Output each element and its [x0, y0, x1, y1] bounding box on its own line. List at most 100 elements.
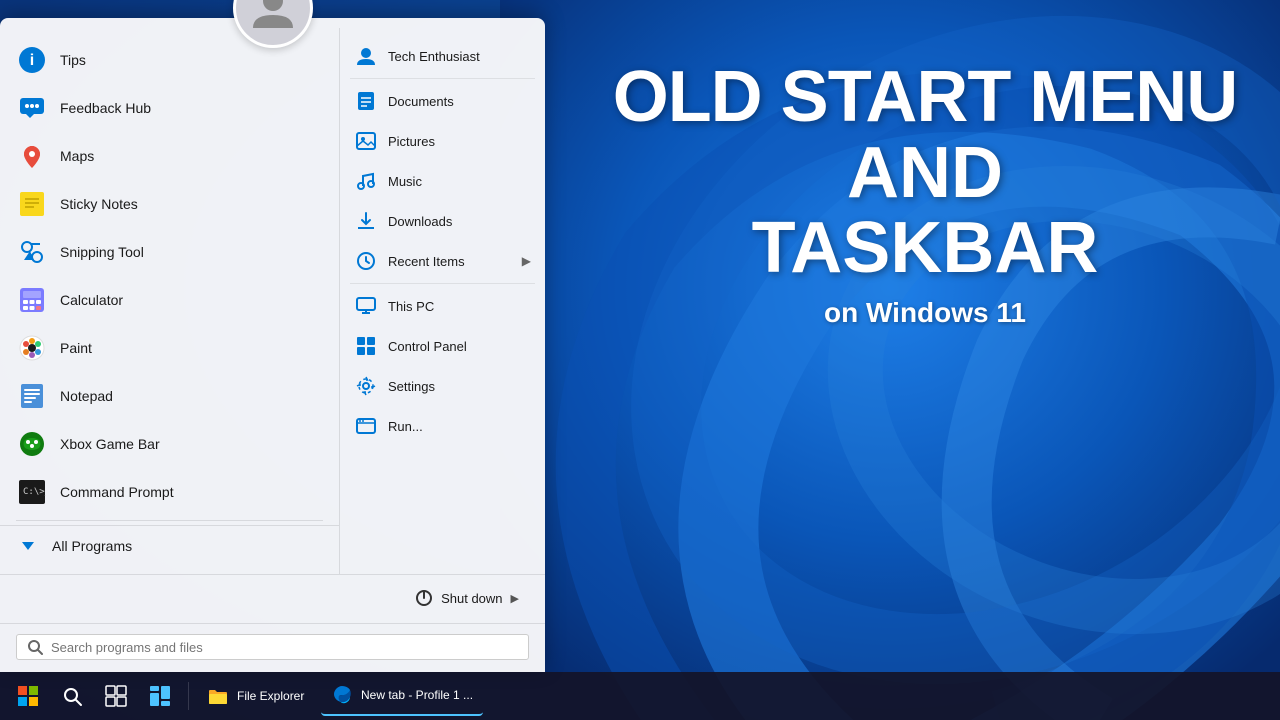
place-item-music[interactable]: Music: [340, 161, 545, 201]
app-item-snipping-tool[interactable]: Snipping Tool: [0, 228, 339, 276]
taskbar-separator: [188, 682, 189, 710]
shutdown-area: Shut down ▶: [0, 574, 545, 623]
search-input[interactable]: [51, 640, 518, 655]
search-input-wrap: [16, 634, 529, 660]
windows-logo-icon: [17, 685, 39, 707]
browser-label: New tab - Profile 1 ...: [361, 688, 473, 702]
places-divider-1: [350, 283, 535, 284]
start-menu-content: i Tips Feedback Hub: [0, 18, 545, 574]
app-item-xbox-game-bar[interactable]: Xbox Game Bar: [0, 420, 339, 468]
shutdown-button[interactable]: Shut down ▶: [403, 583, 531, 613]
shutdown-icon: [415, 589, 433, 607]
place-name-downloads: Downloads: [388, 214, 531, 229]
search-button[interactable]: [52, 676, 92, 716]
tips-icon: i: [16, 44, 48, 76]
shutdown-arrow: ▶: [511, 592, 519, 605]
taskbar-file-explorer[interactable]: File Explorer: [197, 676, 317, 716]
widgets-icon: [149, 685, 171, 707]
downloads-icon: [354, 209, 378, 233]
xbox-game-bar-icon: [16, 428, 48, 460]
widgets-button[interactable]: [140, 676, 180, 716]
app-name-snipping-tool: Snipping Tool: [60, 244, 144, 260]
title-line3: TASKBAR: [580, 211, 1270, 287]
app-item-notepad[interactable]: Notepad: [0, 372, 339, 420]
recent-items-icon: [354, 249, 378, 273]
settings-icon: [354, 374, 378, 398]
maps-icon: [16, 140, 48, 172]
run-icon: [354, 414, 378, 438]
place-name-music: Music: [388, 174, 531, 189]
start-button[interactable]: [8, 676, 48, 716]
place-item-run[interactable]: Run...: [340, 406, 545, 446]
app-item-maps[interactable]: Maps: [0, 132, 339, 180]
edge-icon: [331, 684, 353, 706]
place-item-settings[interactable]: Settings: [340, 366, 545, 406]
place-name-settings: Settings: [388, 379, 531, 394]
recent-items-arrow: ▶: [522, 254, 531, 268]
app-name-notepad: Notepad: [60, 388, 113, 404]
app-item-calculator[interactable]: Calculator: [0, 276, 339, 324]
all-programs-item[interactable]: All Programs: [0, 525, 339, 566]
start-menu: i Tips Feedback Hub: [0, 18, 545, 672]
file-explorer-label: File Explorer: [237, 689, 304, 703]
desktop-subtitle: on Windows 11: [580, 297, 1270, 329]
calculator-icon: [16, 284, 48, 316]
place-name-documents: Documents: [388, 94, 531, 109]
app-name-sticky-notes: Sticky Notes: [60, 196, 138, 212]
taskbar: File Explorer New tab - Profile 1 ...: [0, 672, 1280, 720]
shutdown-label: Shut down: [441, 591, 502, 606]
places-divider-0: [350, 78, 535, 79]
notepad-icon: [16, 380, 48, 412]
place-item-recent-items[interactable]: Recent Items ▶: [340, 241, 545, 281]
command-prompt-icon: C:\>_: [16, 476, 48, 508]
all-programs-label: All Programs: [52, 538, 132, 554]
taskbar-browser[interactable]: New tab - Profile 1 ...: [321, 676, 483, 716]
place-name-tech-enthusiast: Tech Enthusiast: [388, 49, 531, 64]
all-programs-arrow-icon: [16, 534, 40, 558]
app-name-command-prompt: Command Prompt: [60, 484, 174, 500]
task-view-icon: [105, 685, 127, 707]
app-item-paint[interactable]: Paint: [0, 324, 339, 372]
task-view-button[interactable]: [96, 676, 136, 716]
app-name-tips: Tips: [60, 52, 86, 68]
place-item-tech-enthusiast[interactable]: Tech Enthusiast: [340, 36, 545, 76]
app-item-feedback-hub[interactable]: Feedback Hub: [0, 84, 339, 132]
desktop-text: OLD START MENU AND TASKBAR on Windows 11: [580, 60, 1270, 329]
control-panel-icon: [354, 334, 378, 358]
place-name-control-panel: Control Panel: [388, 339, 531, 354]
apps-panel: i Tips Feedback Hub: [0, 28, 340, 574]
pictures-icon: [354, 129, 378, 153]
place-name-this-pc: This PC: [388, 299, 531, 314]
place-item-control-panel[interactable]: Control Panel: [340, 326, 545, 366]
place-name-pictures: Pictures: [388, 134, 531, 149]
documents-icon: [354, 89, 378, 113]
paint-icon: [16, 332, 48, 364]
place-name-recent-items: Recent Items: [388, 254, 512, 269]
place-item-this-pc[interactable]: This PC: [340, 286, 545, 326]
search-icon: [27, 639, 43, 655]
app-item-command-prompt[interactable]: C:\>_ Command Prompt: [0, 468, 339, 516]
file-explorer-icon: [207, 685, 229, 707]
place-item-pictures[interactable]: Pictures: [340, 121, 545, 161]
place-item-downloads[interactable]: Downloads: [340, 201, 545, 241]
svg-text:C:\>_: C:\>_: [23, 487, 46, 497]
place-name-run: Run...: [388, 419, 531, 434]
tech-enthusiast-icon: [354, 44, 378, 68]
search-bar: [0, 623, 545, 672]
taskbar-search-icon: [61, 685, 83, 707]
desktop: OLD START MENU AND TASKBAR on Windows 11…: [0, 0, 1280, 720]
app-item-sticky-notes[interactable]: Sticky Notes: [0, 180, 339, 228]
places-panel: Tech Enthusiast Documents Pictures: [340, 28, 545, 574]
divider: [16, 520, 323, 521]
app-name-calculator: Calculator: [60, 292, 123, 308]
feedback-hub-icon: [16, 92, 48, 124]
place-item-documents[interactable]: Documents: [340, 81, 545, 121]
title-line2: AND: [580, 136, 1270, 212]
app-name-feedback-hub: Feedback Hub: [60, 100, 151, 116]
sticky-notes-icon: [16, 188, 48, 220]
music-icon: [354, 169, 378, 193]
avatar-icon: [248, 0, 298, 33]
app-name-maps: Maps: [60, 148, 94, 164]
snipping-tool-icon: [16, 236, 48, 268]
app-name-paint: Paint: [60, 340, 92, 356]
